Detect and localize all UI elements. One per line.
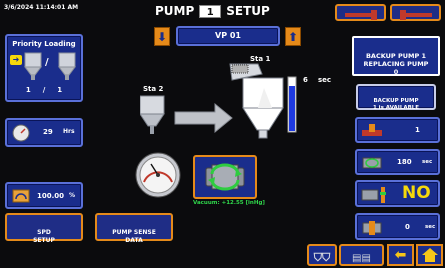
delay-unit: sec: [425, 224, 436, 230]
home-button[interactable]: [416, 244, 443, 266]
gauge-icon: [12, 124, 30, 142]
pump-motor-icon: [205, 163, 245, 191]
station-select[interactable]: VP 01: [176, 26, 280, 46]
level-value: 6: [303, 76, 308, 84]
conveying-diagram: [140, 63, 297, 139]
arrow-down-icon: ⬇: [156, 29, 168, 44]
vacuum-readout: Vacuum: +12.55 [inHg]: [193, 200, 265, 206]
speed-unit: %: [69, 192, 76, 199]
sta2-hopper-icon: [140, 95, 165, 134]
backup-replacing-panel: BACKUP PUMP 1 REPLACING PUMP 0: [352, 36, 440, 76]
speed-panel[interactable]: 100.00 %: [5, 182, 83, 209]
pump-sense-data-button[interactable]: PUMP SENSE DATA: [95, 213, 173, 244]
speedometer-icon: [12, 189, 30, 203]
hours-value: 29: [43, 128, 53, 136]
timer-setting-button[interactable]: 180 sec: [355, 149, 440, 175]
priority-loading-title: Priority Loading: [12, 40, 76, 48]
spd-setup-button[interactable]: SPD SETUP: [5, 213, 83, 244]
timer-value: 180: [397, 158, 412, 166]
priority-left-value: 1: [25, 86, 31, 94]
hopper-view-button[interactable]: ⛉⛉: [307, 244, 337, 266]
priority-right-value: 1: [57, 86, 63, 94]
pump-filter-icon: [361, 187, 386, 203]
page-title: PUMP 1 SETUP: [155, 3, 270, 19]
pumps-view-button[interactable]: ▤▤: [339, 244, 384, 266]
pump-sense-data-label: PUMP SENSE DATA: [112, 229, 156, 244]
home-icon: [421, 248, 438, 262]
station-down-button[interactable]: ⬇: [154, 27, 170, 46]
sta1-label: Sta 1: [250, 55, 271, 63]
hopper-left-icon: [24, 52, 42, 80]
speed-value: 100.00: [37, 192, 65, 200]
timer-unit: sec: [422, 159, 433, 165]
previous-pump-button[interactable]: [335, 4, 386, 21]
sta1-hopper-icon: [229, 63, 284, 139]
flag-value: NO: [402, 183, 431, 203]
vacuum-pump-button[interactable]: [193, 155, 257, 199]
arrow-up-icon: ⬆: [287, 29, 299, 44]
arrow-right-icon: ➜: [10, 55, 22, 65]
station-select-value: VP 01: [215, 31, 241, 40]
back-button[interactable]: ⬅: [387, 244, 414, 266]
hopper-right-icon: [58, 52, 76, 80]
next-pump-button[interactable]: [390, 4, 441, 21]
spd-setup-label: SPD SETUP: [33, 229, 55, 244]
valve-icon: [362, 124, 382, 136]
station-up-button[interactable]: ⬆: [285, 27, 301, 46]
priority-slash: /: [45, 57, 49, 68]
pumps-icon: ▤▤: [352, 253, 371, 264]
datetime-label: 3/6/2024 11:14:01 AM: [4, 4, 79, 11]
priority-mid-slash: /: [42, 86, 46, 94]
sta2-label: Sta 2: [143, 85, 164, 93]
level-bar: [287, 76, 297, 133]
tag-setting-button[interactable]: 1: [355, 117, 440, 143]
backup-available-button[interactable]: BACKUP PUMP 1 is AVAILABLE: [356, 84, 436, 111]
delay-setting-button[interactable]: 0 sec: [355, 213, 440, 240]
transfer-arrow-icon: [174, 102, 233, 134]
level-unit: sec: [318, 76, 332, 84]
page-title-suffix: SETUP: [226, 4, 270, 18]
pump-delay-icon: [362, 221, 382, 235]
hoppers-icon: ⛉⛉: [313, 251, 331, 264]
back-arrow-icon: ⬅: [394, 247, 407, 263]
backup-replacing-text: BACKUP PUMP 1 REPLACING PUMP 0: [363, 52, 429, 76]
delay-value: 0: [405, 223, 410, 231]
backup-available-text: BACKUP PUMP 1 is AVAILABLE: [372, 98, 420, 111]
hours-unit: Hrs: [63, 128, 75, 135]
pump-timer-icon: [362, 157, 382, 169]
tag-value: 1: [415, 126, 420, 134]
pump-number-input[interactable]: 1: [199, 4, 222, 18]
priority-loading-panel[interactable]: Priority Loading ➜ / 1 / 1: [5, 34, 83, 102]
vacuum-gauge-icon: [135, 152, 181, 198]
pipe-left-icon: [344, 10, 377, 20]
flag-toggle-button[interactable]: NO: [355, 180, 440, 207]
pipe-right-icon: [399, 10, 432, 20]
page-title-prefix: PUMP: [155, 4, 195, 18]
hours-panel[interactable]: 29 Hrs: [5, 118, 83, 147]
